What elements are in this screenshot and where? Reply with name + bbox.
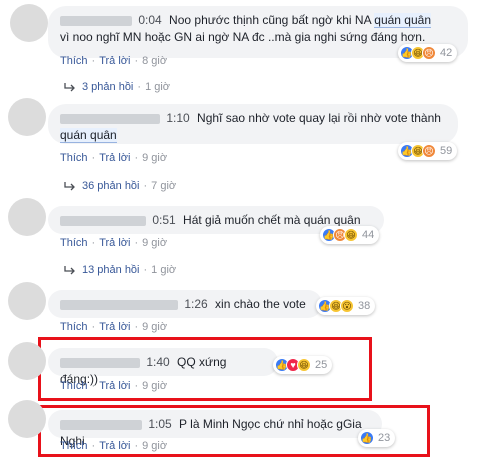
like-link[interactable]: Thích xyxy=(60,321,88,333)
comment-actions: Thích · Trả lời · 8 giờ xyxy=(60,55,168,67)
avatar[interactable] xyxy=(10,4,48,42)
video-timestamp[interactable]: 1:05 xyxy=(148,417,171,431)
replies-age: 7 giờ xyxy=(151,180,177,192)
reply-link[interactable]: Trả lời xyxy=(99,321,130,333)
like-link[interactable]: Thích xyxy=(60,440,88,452)
comment-text: xin chào the vote xyxy=(215,297,306,311)
like-link[interactable]: Thích xyxy=(60,55,88,67)
wow-reaction-icon: 😮 xyxy=(340,299,354,313)
reaction-summary[interactable]: 👍 😆 😠 59 xyxy=(398,142,458,160)
view-replies-link[interactable]: 13 phản hồi · 1 giờ xyxy=(64,264,176,276)
angry-reaction-icon: 😠 xyxy=(422,46,436,60)
reaction-summary[interactable]: 👍 ♥ 😆 25 xyxy=(273,356,333,374)
comment-bubble: 1:05 P là Minh Ngọc chứ nhỉ hoặc gGia Ng… xyxy=(48,410,382,448)
comment-actions: Thích · Trả lời · 9 giờ xyxy=(60,380,168,392)
reaction-count: 25 xyxy=(315,359,328,371)
avatar[interactable] xyxy=(8,198,46,236)
haha-reaction-icon: 😆 xyxy=(344,228,358,242)
comment-bubble: 1:10 Nghĩ sao nhờ vote quay lại rồi nhờ … xyxy=(48,104,458,144)
comment-age[interactable]: 9 giờ xyxy=(142,321,167,333)
like-link[interactable]: Thích xyxy=(60,237,88,249)
reply-link[interactable]: Trả lời xyxy=(99,152,130,164)
comment-text: Nghĩ sao nhờ vote quay lại rồi nhờ vote … xyxy=(197,111,441,125)
video-timestamp[interactable]: 1:26 xyxy=(184,297,207,311)
reaction-count: 42 xyxy=(440,47,453,59)
commenter-name-blurred[interactable] xyxy=(60,357,140,368)
replies-count[interactable]: 3 phản hồi xyxy=(82,81,133,93)
reaction-count: 23 xyxy=(378,432,391,444)
comment-age[interactable]: 8 giờ xyxy=(142,55,167,67)
comment-age[interactable]: 9 giờ xyxy=(142,380,167,392)
view-replies-link[interactable]: 36 phản hồi · 7 giờ xyxy=(64,180,176,192)
reply-arrow-icon xyxy=(64,182,75,191)
reply-arrow-icon xyxy=(64,266,75,275)
angry-reaction-icon: 😠 xyxy=(422,144,436,158)
commenter-name-blurred[interactable] xyxy=(60,419,142,430)
commenter-name-blurred[interactable] xyxy=(60,215,146,226)
reaction-count: 44 xyxy=(362,229,375,241)
replies-count[interactable]: 36 phản hồi xyxy=(82,180,140,192)
avatar[interactable] xyxy=(8,98,46,136)
reaction-summary[interactable]: 👍 😆 😠 42 xyxy=(398,44,458,62)
reaction-count: 38 xyxy=(358,300,371,312)
reaction-summary[interactable]: 👍 😆 😮 38 xyxy=(316,297,376,315)
video-timestamp[interactable]: 1:40 xyxy=(146,355,169,369)
comment-age[interactable]: 9 giờ xyxy=(142,440,167,452)
reply-link[interactable]: Trả lời xyxy=(99,237,130,249)
commenter-name-blurred[interactable] xyxy=(60,113,160,124)
reply-link[interactable]: Trả lời xyxy=(99,380,130,392)
like-link[interactable]: Thích xyxy=(60,152,88,164)
comment-age[interactable]: 9 giờ xyxy=(142,152,167,164)
reply-arrow-icon xyxy=(64,83,75,92)
comment-text: Noo phước thịnh cũng bất ngờ khi NA xyxy=(169,13,375,27)
like-reaction-icon: 👍 xyxy=(360,431,374,445)
avatar[interactable] xyxy=(8,342,46,380)
comment-age[interactable]: 9 giờ xyxy=(142,237,167,249)
comment-text-line2: vì noo nghĩ MN hoặc GN ai ngờ NA đc ..mà… xyxy=(60,30,426,44)
commenter-name-blurred[interactable] xyxy=(60,15,132,26)
comment-text: Hát giả muốn chết mà quán quân xyxy=(183,213,361,227)
avatar[interactable] xyxy=(8,400,46,438)
comment-bubble: 1:40 QQ xứng đáng:)) xyxy=(48,348,278,386)
comment-actions: Thích · Trả lời · 9 giờ xyxy=(60,321,168,333)
haha-reaction-icon: 😆 xyxy=(297,358,311,372)
like-link[interactable]: Thích xyxy=(60,380,88,392)
comment-actions: Thích · Trả lời · 9 giờ xyxy=(60,237,168,249)
replies-count[interactable]: 13 phản hồi xyxy=(82,264,140,276)
video-timestamp[interactable]: 1:10 xyxy=(166,111,189,125)
commenter-name-blurred[interactable] xyxy=(60,299,178,310)
reaction-count: 59 xyxy=(440,145,453,157)
comment-actions: Thích · Trả lời · 9 giờ xyxy=(60,440,168,452)
video-timestamp[interactable]: 0:04 xyxy=(138,13,161,27)
avatar[interactable] xyxy=(8,282,46,320)
replies-age: 1 giờ xyxy=(151,264,177,276)
replies-age: 1 giờ xyxy=(145,81,171,93)
view-replies-link[interactable]: 3 phản hồi · 1 giờ xyxy=(64,81,170,93)
highlighted-term[interactable]: quán quân xyxy=(374,13,432,28)
reaction-summary[interactable]: 👍 😠 😆 44 xyxy=(320,226,380,244)
comment-bubble: 1:26 xin chào the vote xyxy=(48,290,322,318)
video-timestamp[interactable]: 0:51 xyxy=(152,213,175,227)
comment-actions: Thích · Trả lời · 9 giờ xyxy=(60,152,168,164)
reaction-summary[interactable]: 👍 23 xyxy=(358,429,396,447)
reply-link[interactable]: Trả lời xyxy=(99,55,130,67)
reply-link[interactable]: Trả lời xyxy=(99,440,130,452)
highlighted-term[interactable]: quán quân xyxy=(60,128,117,143)
